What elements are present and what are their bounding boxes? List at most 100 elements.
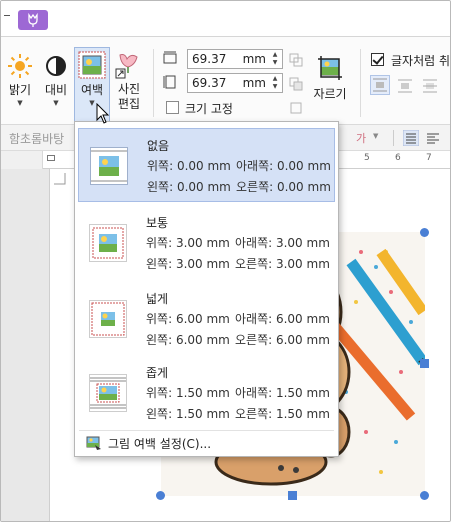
option-right-value: 오른쪽: 1.50 mm (235, 407, 330, 421)
height-unit: mm (242, 76, 266, 90)
photo-edit-icon (115, 54, 138, 79)
size-lock-icon[interactable] (289, 53, 303, 67)
ruler-indent-marker[interactable] (47, 155, 55, 161)
option-left-value: 왼쪽: 6.00 mm (146, 333, 230, 347)
keep-ratio-checkbox[interactable] (166, 101, 179, 114)
option-bottom-value: 아래쪽: 6.00 mm (235, 312, 330, 326)
option-left-right: 왼쪽: 0.00 mm 오른쪽: 0.00 mm (147, 178, 331, 195)
ribbon-separator (360, 49, 361, 117)
height-value: 69.37 (192, 76, 227, 90)
width-up-icon[interactable]: ▲ (270, 51, 280, 59)
resize-handle-bottom-right[interactable] (420, 491, 429, 500)
option-right-value: 오른쪽: 3.00 mm (235, 257, 330, 271)
picture-context-tab[interactable] (18, 10, 48, 30)
height-up-icon[interactable]: ▲ (270, 75, 280, 83)
align-justify-icon[interactable] (403, 130, 419, 146)
option-top-bottom: 위쪽: 0.00 mm 아래쪽: 0.00 mm (147, 157, 331, 174)
width-field[interactable]: 69.37 mm ▲ ▼ (187, 49, 283, 69)
page-corner-mark (54, 173, 66, 185)
picture-icon (92, 227, 124, 259)
option-right-value: 오른쪽: 6.00 mm (235, 333, 330, 347)
margin-dropdown: 없음 위쪽: 0.00 mm 아래쪽: 0.00 mm 왼쪽: 0.00 mm … (74, 121, 339, 457)
option-left-value: 왼쪽: 0.00 mm (147, 180, 231, 194)
height-field[interactable]: 69.37 mm ▲ ▼ (187, 73, 283, 93)
picture-margin-settings-item[interactable]: 그림 여백 설정(C)... (78, 432, 335, 454)
option-left-right: 왼쪽: 3.00 mm 오른쪽: 3.00 mm (146, 255, 330, 272)
wrap-square-button[interactable] (370, 75, 390, 95)
margin-wide-thumbnail (89, 300, 127, 338)
contrast-label: 대비 (44, 83, 68, 97)
resize-handle-right[interactable] (420, 359, 429, 368)
resize-handle-bottom-left[interactable] (156, 491, 165, 500)
option-title: 넓게 (146, 292, 169, 306)
option-bottom-value: 아래쪽: 0.00 mm (236, 159, 331, 173)
size-reset-icon[interactable] (289, 101, 303, 115)
width-value: 69.37 (192, 52, 227, 66)
menu-dash-icon (4, 15, 10, 16)
photo-edit-button[interactable]: 사진 편집 (112, 51, 146, 112)
option-title: 좁게 (146, 366, 169, 380)
photo-edit-label-1: 사진 (117, 82, 141, 96)
option-bottom-value: 아래쪽: 3.00 mm (235, 236, 330, 250)
option-left-value: 왼쪽: 3.00 mm (146, 257, 230, 271)
ruler-tick-label: 5 (364, 153, 370, 163)
picture-icon (91, 150, 127, 182)
height-down-icon[interactable]: ▼ (270, 83, 280, 91)
margin-option-wide[interactable]: 넓게 위쪽: 6.00 mm 아래쪽: 6.00 mm 왼쪽: 6.00 mm … (78, 282, 335, 356)
brightness-button[interactable]: 밝기 ▼ (3, 53, 37, 108)
char-color-button[interactable]: 가 (356, 130, 366, 146)
treat-as-text-checkbox[interactable] (371, 53, 384, 66)
option-title: 없음 (147, 139, 170, 153)
option-left-value: 왼쪽: 1.50 mm (146, 407, 230, 421)
ruler-tick-label: 6 (395, 153, 401, 163)
sun-icon (8, 54, 32, 78)
picture-settings-icon (86, 436, 101, 450)
resize-handle-top-right[interactable] (420, 228, 429, 237)
option-top-value: 위쪽: 0.00 mm (147, 159, 231, 173)
tulip-icon (28, 12, 38, 27)
option-top-bottom: 위쪽: 3.00 mm 아래쪽: 3.00 mm (146, 234, 330, 251)
picture-icon (90, 377, 126, 409)
wrap-top-bottom-icon[interactable] (396, 77, 414, 95)
option-left-right: 왼쪽: 6.00 mm 오른쪽: 6.00 mm (146, 331, 330, 348)
title-strip (1, 1, 450, 37)
margin-label: 여백 (80, 83, 104, 97)
keep-ratio-label: 크기 고정 (185, 102, 233, 116)
crop-label: 자르기 (313, 87, 347, 101)
wrap-behind-icon[interactable] (421, 77, 439, 95)
treat-as-text-label: 글자처럼 취 (391, 54, 451, 68)
align-left-icon[interactable] (425, 130, 441, 146)
resize-handle-bottom[interactable] (288, 491, 297, 500)
margin-narrow-thumbnail (89, 374, 127, 412)
contrast-button[interactable]: 대비 ▼ (41, 53, 71, 108)
margin-option-normal[interactable]: 보통 위쪽: 3.00 mm 아래쪽: 3.00 mm 왼쪽: 3.00 mm … (78, 206, 335, 280)
contrast-icon (46, 56, 66, 76)
width-down-icon[interactable]: ▼ (270, 59, 280, 67)
chevron-down-icon[interactable]: ▼ (373, 132, 378, 140)
chevron-down-icon: ▼ (17, 99, 23, 107)
crop-icon (318, 56, 342, 80)
option-left-right: 왼쪽: 1.50 mm 오른쪽: 1.50 mm (146, 405, 330, 422)
brightness-label: 밝기 (8, 83, 32, 97)
option-top-value: 위쪽: 3.00 mm (146, 236, 230, 250)
picture-icon (91, 302, 125, 336)
format-separator (393, 130, 394, 146)
option-bottom-value: 아래쪽: 1.50 mm (235, 386, 330, 400)
picture-margin-settings-label: 그림 여백 설정(C)... (108, 437, 212, 451)
crop-button[interactable]: 자르기 (309, 53, 351, 103)
ruler-tick-label: 7 (426, 153, 432, 163)
option-top-value: 위쪽: 6.00 mm (146, 312, 230, 326)
width-unit: mm (242, 52, 266, 66)
option-title: 보통 (146, 216, 169, 230)
width-icon (163, 51, 177, 64)
photo-edit-label-2: 편집 (117, 97, 141, 111)
margin-none-thumbnail (90, 147, 128, 185)
wrap-square-icon (373, 78, 387, 92)
size-fit-icon[interactable] (289, 77, 303, 91)
style-name[interactable]: 함초롬바탕 (9, 130, 64, 147)
ribbon-separator (153, 49, 154, 117)
margin-option-narrow[interactable]: 좁게 위쪽: 1.50 mm 아래쪽: 1.50 mm 왼쪽: 1.50 mm … (78, 356, 335, 430)
ribbon: 밝기 ▼ 대비 ▼ 여백 ▼ 사진 편집 69.37 mm ▲ ▼ 69.37 … (1, 37, 451, 125)
height-icon (163, 75, 176, 89)
margin-option-none[interactable]: 없음 위쪽: 0.00 mm 아래쪽: 0.00 mm 왼쪽: 0.00 mm … (78, 128, 335, 202)
